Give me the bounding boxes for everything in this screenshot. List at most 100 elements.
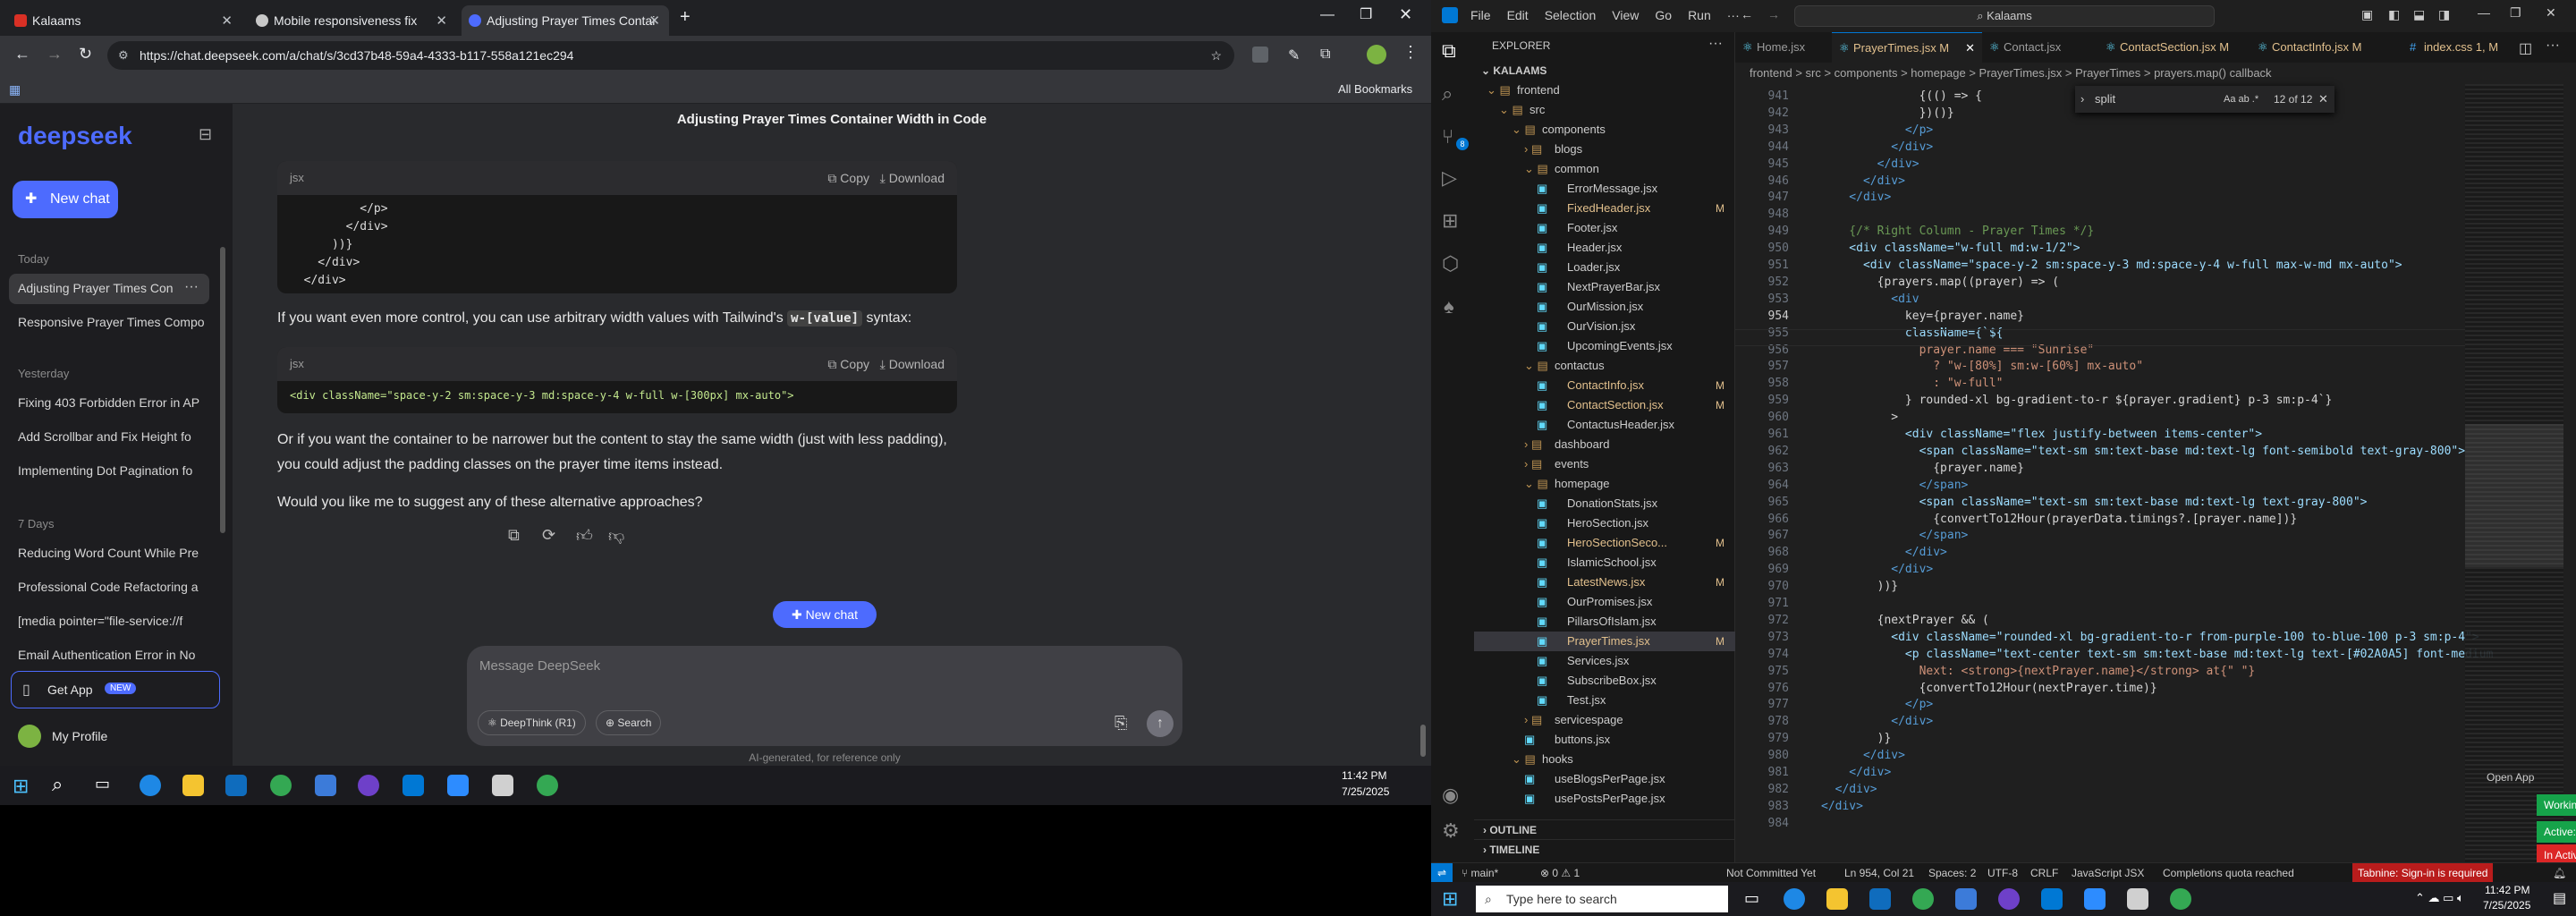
command-center[interactable]: ⌕ Kalaams [1794, 5, 2215, 27]
github-desktop-icon[interactable] [358, 775, 379, 796]
thumbs-up-icon[interactable]: 👍︎ [576, 526, 593, 546]
layout-icon[interactable]: ▣ [2361, 7, 2373, 22]
edge-icon[interactable] [140, 775, 161, 796]
file-item[interactable]: ▣ usePostsPerPage.jsx [1474, 789, 1735, 809]
thumbs-down-icon[interactable]: 👎︎ [608, 526, 624, 546]
file-item[interactable]: ▣ OurVision.jsx [1474, 317, 1735, 336]
problems-count[interactable]: ⊗ 0 ⚠ 1 [1540, 863, 1580, 883]
file-item[interactable]: ▣ Services.jsx [1474, 651, 1735, 671]
download-button[interactable]: Download [889, 357, 945, 371]
minimize-icon[interactable]: — [2478, 5, 2490, 20]
minimize-icon[interactable]: — [1320, 7, 1335, 23]
indentation[interactable]: Spaces: 2 [1928, 863, 1976, 883]
folder-item[interactable]: ⌄ ▤ homepage [1474, 474, 1735, 494]
workspace-root[interactable]: ⌄ KALAAMS [1481, 64, 1546, 77]
line-ending[interactable]: CRLF [2030, 863, 2058, 883]
file-item[interactable]: ▣ SubscribeBox.jsx [1474, 671, 1735, 691]
chat-scrollbar[interactable] [1420, 725, 1426, 757]
collapse-sidebar-icon[interactable]: ⊟ [199, 125, 212, 144]
chat-item[interactable]: Email Authentication Error in No [18, 648, 206, 662]
file-item[interactable]: ▣ Footer.jsx [1474, 218, 1735, 238]
reload-icon[interactable]: ↻ [79, 45, 92, 64]
close-tab-icon[interactable]: ✕ [1965, 33, 1975, 64]
tab-contact[interactable]: ⚛ Contact.jsx [1982, 32, 2098, 63]
download-button[interactable]: Download [889, 171, 945, 185]
address-bar[interactable]: ⚙ https://chat.deepseek.com/a/chat/s/3cd… [107, 41, 1234, 70]
tray-icons[interactable]: ⌃ ☁ ▭ 🔈︎ [2415, 891, 2464, 905]
vscode-icon[interactable] [2041, 888, 2063, 910]
chat-item[interactable]: Responsive Prayer Times Compo [18, 315, 206, 329]
match-options[interactable]: Aa ab .* [2224, 86, 2258, 113]
accounts-icon[interactable]: ◉ [1442, 784, 1459, 807]
taskbar-search-box[interactable]: ⌕ Type here to search [1476, 886, 1728, 912]
folder-item[interactable]: ⌄ ▤ contactus [1474, 356, 1735, 376]
menu-selection[interactable]: Selection [1545, 8, 1597, 22]
sidebar-scrollbar[interactable] [220, 247, 225, 533]
message-input[interactable]: Message DeepSeek [479, 658, 600, 674]
docker-icon[interactable]: ⬡ [1442, 252, 1459, 276]
encoding[interactable]: UTF-8 [1987, 863, 2018, 883]
new-chat-button[interactable]: ✚ New chat [13, 181, 118, 218]
app-icon[interactable] [315, 775, 336, 796]
file-item[interactable]: ▣ DonationStats.jsx [1474, 494, 1735, 513]
chrome-tab-kalaams[interactable]: Kalaams ✕ [7, 5, 242, 36]
maximize-icon[interactable]: ❐ [2510, 5, 2521, 21]
avatar[interactable] [18, 725, 41, 748]
file-item[interactable]: ▣ OurPromises.jsx [1474, 592, 1735, 612]
file-explorer-icon[interactable] [1826, 888, 1848, 910]
file-item[interactable]: ▣ Loader.jsx [1474, 258, 1735, 277]
chrome-icon[interactable] [2170, 888, 2191, 910]
app-icon[interactable] [2127, 888, 2148, 910]
chat-item[interactable]: Add Scrollbar and Fix Height fo [18, 429, 206, 444]
maximize-icon[interactable]: ❐ [1360, 5, 1372, 23]
site-info-icon[interactable]: ⚙ [118, 41, 129, 70]
close-window-icon[interactable]: ✕ [1399, 5, 1412, 24]
extensions-puzzle-icon[interactable]: ⧉ [1320, 47, 1330, 63]
copy-button[interactable]: Copy [840, 357, 869, 371]
menu-edit[interactable]: Edit [1507, 8, 1529, 22]
app-icon[interactable] [1955, 888, 1977, 910]
more-actions-icon[interactable]: ··· [1708, 36, 1723, 52]
file-item[interactable]: ▣ OurMission.jsx [1474, 297, 1735, 317]
file-item[interactable]: ▣ NextPrayerBar.jsx [1474, 277, 1735, 297]
git-blame[interactable]: Not Committed Yet [1726, 863, 1816, 883]
zoom-icon[interactable] [447, 775, 469, 796]
chrome-tab-deepseek[interactable]: Adjusting Prayer Times Contai ✕ [462, 5, 669, 36]
file-item[interactable]: ▣ PillarsOfIslam.jsx [1474, 612, 1735, 632]
file-item[interactable]: ▣ ContactSection.jsx M [1474, 395, 1735, 415]
file-item[interactable]: ▣ ContactusHeader.jsx [1474, 415, 1735, 435]
bookmark-star-icon[interactable]: ☆ [1210, 41, 1222, 70]
find-input[interactable]: split [2095, 86, 2115, 113]
task-view-icon[interactable]: ▭ [1744, 889, 1759, 908]
chrome-icon[interactable] [537, 775, 558, 796]
folder-item[interactable]: ⌄ ▤ components [1474, 120, 1735, 140]
chrome-menu-icon[interactable]: ⋮ [1402, 43, 1419, 62]
chat-item[interactable]: [media pointer="file-service://f [18, 614, 206, 628]
back-icon[interactable]: ← [14, 45, 30, 64]
source-control-icon[interactable]: ⑂ [1442, 125, 1453, 148]
toggle-secondary-icon[interactable]: ◨ [2438, 7, 2450, 22]
tab-contactsection[interactable]: ⚛ ContactSection.jsx M [2098, 32, 2250, 63]
minimap[interactable] [2465, 84, 2563, 862]
apps-grid-icon[interactable]: ▦ [9, 82, 21, 98]
file-item[interactable]: ▣ IslamicSchool.jsx [1474, 553, 1735, 572]
tab-indexcss[interactable]: # index.css 1, M [2402, 32, 2510, 63]
copy-response-icon[interactable]: ⧉ [508, 526, 520, 545]
pen-icon[interactable]: ✎ [1288, 47, 1300, 64]
file-item[interactable]: ▣ FixedHeader.jsx M [1474, 199, 1735, 218]
chat-item[interactable]: Adjusting Prayer Times Con [18, 281, 177, 295]
menu-view[interactable]: View [1612, 8, 1639, 22]
code-editor[interactable]: 941 942 943 944 945 946 947 948 949 950 951 952 953 9… [1735, 84, 2576, 862]
breadcrumb[interactable]: frontend > src > components > homepage >… [1735, 63, 2576, 84]
my-profile-link[interactable]: My Profile [52, 729, 107, 743]
folder-item[interactable]: › ▤ dashboard [1474, 435, 1735, 454]
folder-item[interactable]: › ▤ servicespage [1474, 710, 1735, 730]
nav-back-icon[interactable]: ← [1741, 7, 1753, 21]
search-icon[interactable]: ⌕ [1442, 82, 1453, 106]
more-actions-icon[interactable]: ··· [2546, 38, 2560, 54]
file-item[interactable]: ▣ HeroSection.jsx [1474, 513, 1735, 533]
tabnine-status[interactable]: Tabnine: Sign-in is required [2352, 863, 2494, 883]
folder-item[interactable]: › ▤ blogs [1474, 140, 1735, 159]
folder-item[interactable]: ⌄ ▤ src [1474, 100, 1735, 120]
file-item[interactable]: ▣ buttons.jsx [1474, 730, 1735, 750]
